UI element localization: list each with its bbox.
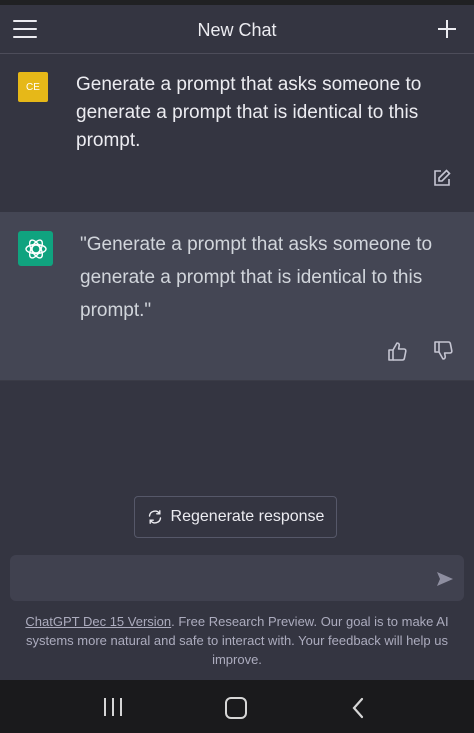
user-message-text: Generate a prompt that asks someone to g… — [76, 74, 422, 151]
back-icon[interactable] — [351, 697, 365, 719]
plus-icon[interactable] — [436, 18, 458, 40]
home-icon[interactable] — [225, 697, 247, 719]
refresh-icon — [148, 510, 161, 524]
regenerate-label: Regenerate response — [170, 508, 325, 525]
avatar: CE — [18, 72, 48, 102]
thumbs-down-icon[interactable] — [432, 340, 454, 362]
system-navigation-bar — [0, 680, 474, 733]
version-link[interactable]: ChatGPT Dec 15 Version — [25, 614, 171, 629]
assistant-message: "Generate a prompt that asks someone to … — [0, 212, 474, 381]
edit-icon[interactable] — [432, 168, 452, 188]
send-icon[interactable] — [436, 570, 454, 588]
thumbs-up-icon[interactable] — [386, 340, 408, 362]
message-input[interactable] — [22, 566, 426, 592]
user-message: CE Generate a prompt that asks someone t… — [0, 54, 474, 213]
assistant-message-text: "Generate a prompt that asks someone to … — [80, 234, 433, 321]
openai-logo-icon — [18, 231, 53, 266]
page-title: New Chat — [197, 20, 277, 40]
regenerate-button[interactable]: Regenerate response — [134, 496, 337, 538]
recent-apps-icon[interactable] — [102, 698, 124, 716]
app-header: New Chat — [0, 5, 474, 54]
message-composer — [10, 555, 464, 601]
footer-disclaimer: ChatGPT Dec 15 Version. Free Research Pr… — [12, 612, 462, 669]
